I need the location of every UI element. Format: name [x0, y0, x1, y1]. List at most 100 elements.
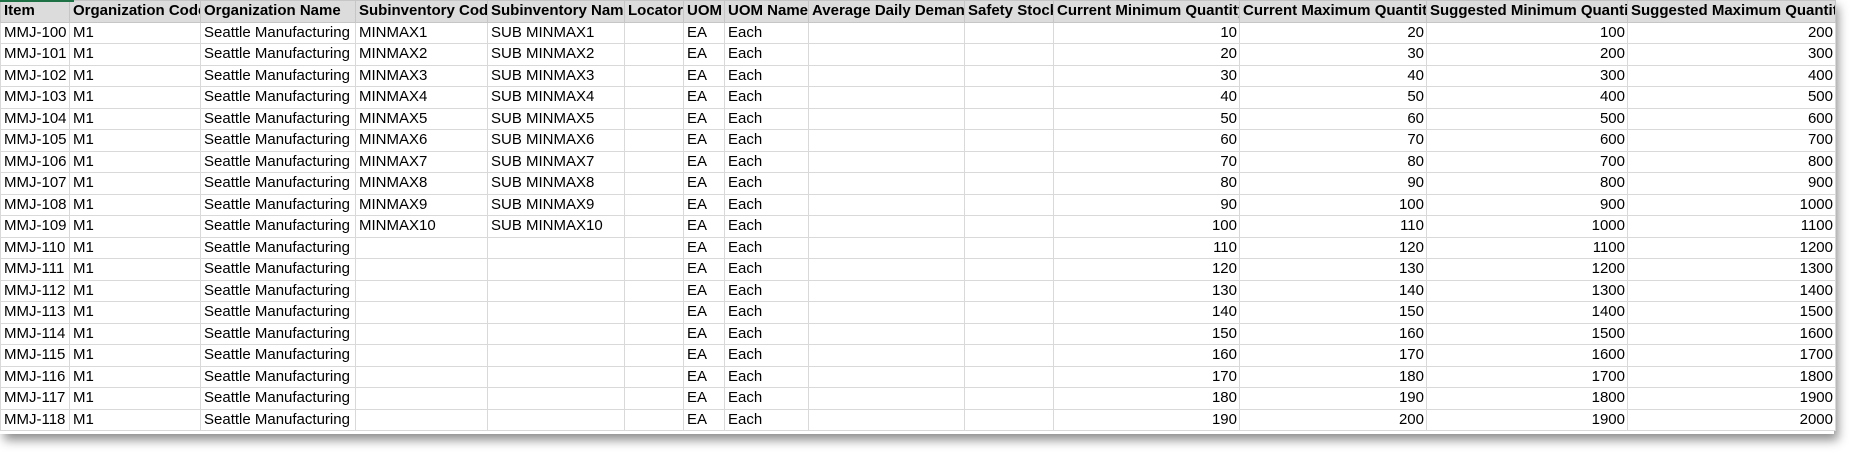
cell-suggested-maximum-quantity[interactable]: 1300 [1627, 258, 1836, 281]
cell-locator[interactable] [624, 107, 684, 130]
cell-uom[interactable]: EA [683, 322, 725, 345]
cell-current-maximum-quantity[interactable]: 130 [1239, 258, 1427, 281]
cell-current-minimum-quantity[interactable]: 130 [1053, 279, 1240, 302]
cell-subinventory-code[interactable]: MINMAX5 [355, 107, 488, 130]
cell-subinventory-code[interactable]: MINMAX2 [355, 43, 488, 66]
cell-locator[interactable] [624, 322, 684, 345]
cell-suggested-minimum-quantity[interactable]: 200 [1426, 43, 1628, 66]
cell-uom[interactable]: EA [683, 86, 725, 109]
cell-safety-stock[interactable] [964, 322, 1054, 345]
cell-subinventory-name[interactable] [487, 301, 625, 324]
cell-organization-code[interactable]: M1 [69, 365, 201, 388]
cell-organization-code[interactable]: M1 [69, 86, 201, 109]
cell-subinventory-code[interactable] [355, 236, 488, 259]
cell-uom[interactable]: EA [683, 215, 725, 238]
cell-locator[interactable] [624, 21, 684, 44]
cell-subinventory-name[interactable]: SUB MINMAX2 [487, 43, 625, 66]
cell-uom[interactable]: EA [683, 258, 725, 281]
cell-average-daily-demand[interactable] [808, 215, 965, 238]
cell-organization-name[interactable]: Seattle Manufacturing [200, 86, 356, 109]
cell-uom-name[interactable]: Each [724, 86, 809, 109]
cell-current-minimum-quantity[interactable]: 100 [1053, 215, 1240, 238]
cell-uom-name[interactable]: Each [724, 258, 809, 281]
cell-current-maximum-quantity[interactable]: 60 [1239, 107, 1427, 130]
cell-average-daily-demand[interactable] [808, 107, 965, 130]
cell-subinventory-name[interactable] [487, 258, 625, 281]
cell-safety-stock[interactable] [964, 64, 1054, 87]
cell-average-daily-demand[interactable] [808, 172, 965, 195]
cell-subinventory-code[interactable] [355, 365, 488, 388]
cell-locator[interactable] [624, 129, 684, 152]
cell-uom-name[interactable]: Each [724, 387, 809, 410]
cell-locator[interactable] [624, 43, 684, 66]
cell-item[interactable]: MMJ-107 [0, 172, 70, 195]
cell-suggested-maximum-quantity[interactable]: 700 [1627, 129, 1836, 152]
cell-current-maximum-quantity[interactable]: 110 [1239, 215, 1427, 238]
cell-current-maximum-quantity[interactable]: 160 [1239, 322, 1427, 345]
cell-average-daily-demand[interactable] [808, 150, 965, 173]
cell-locator[interactable] [624, 64, 684, 87]
cell-average-daily-demand[interactable] [808, 344, 965, 367]
cell-average-daily-demand[interactable] [808, 408, 965, 431]
cell-organization-name[interactable]: Seattle Manufacturing [200, 344, 356, 367]
cell-uom[interactable]: EA [683, 43, 725, 66]
cell-current-maximum-quantity[interactable]: 100 [1239, 193, 1427, 216]
cell-item[interactable]: MMJ-100 [0, 21, 70, 44]
cell-suggested-minimum-quantity[interactable]: 800 [1426, 172, 1628, 195]
cell-current-minimum-quantity[interactable]: 180 [1053, 387, 1240, 410]
cell-suggested-minimum-quantity[interactable]: 1900 [1426, 408, 1628, 431]
cell-organization-name[interactable]: Seattle Manufacturing [200, 21, 356, 44]
cell-item[interactable]: MMJ-101 [0, 43, 70, 66]
cell-uom[interactable]: EA [683, 236, 725, 259]
cell-current-maximum-quantity[interactable]: 140 [1239, 279, 1427, 302]
cell-locator[interactable] [624, 279, 684, 302]
cell-organization-code[interactable]: M1 [69, 322, 201, 345]
cell-uom-name[interactable]: Each [724, 301, 809, 324]
cell-subinventory-code[interactable]: MINMAX10 [355, 215, 488, 238]
cell-organization-code[interactable]: M1 [69, 279, 201, 302]
cell-subinventory-code[interactable] [355, 322, 488, 345]
cell-uom-name[interactable]: Each [724, 279, 809, 302]
cell-safety-stock[interactable] [964, 129, 1054, 152]
column-header-item[interactable]: Item [0, 0, 70, 23]
cell-safety-stock[interactable] [964, 107, 1054, 130]
cell-locator[interactable] [624, 258, 684, 281]
cell-suggested-maximum-quantity[interactable]: 1700 [1627, 344, 1836, 367]
cell-organization-code[interactable]: M1 [69, 21, 201, 44]
cell-current-minimum-quantity[interactable]: 40 [1053, 86, 1240, 109]
cell-organization-code[interactable]: M1 [69, 193, 201, 216]
cell-uom-name[interactable]: Each [724, 129, 809, 152]
cell-subinventory-name[interactable] [487, 387, 625, 410]
cell-subinventory-code[interactable]: MINMAX6 [355, 129, 488, 152]
cell-uom-name[interactable]: Each [724, 365, 809, 388]
cell-uom[interactable]: EA [683, 344, 725, 367]
cell-current-maximum-quantity[interactable]: 70 [1239, 129, 1427, 152]
cell-uom-name[interactable]: Each [724, 322, 809, 345]
cell-subinventory-code[interactable]: MINMAX4 [355, 86, 488, 109]
cell-current-minimum-quantity[interactable]: 80 [1053, 172, 1240, 195]
column-header-organization-code[interactable]: Organization Code [69, 0, 201, 23]
cell-average-daily-demand[interactable] [808, 129, 965, 152]
cell-suggested-minimum-quantity[interactable]: 1100 [1426, 236, 1628, 259]
cell-organization-name[interactable]: Seattle Manufacturing [200, 193, 356, 216]
cell-average-daily-demand[interactable] [808, 21, 965, 44]
cell-organization-code[interactable]: M1 [69, 64, 201, 87]
cell-average-daily-demand[interactable] [808, 365, 965, 388]
cell-average-daily-demand[interactable] [808, 64, 965, 87]
cell-subinventory-code[interactable] [355, 344, 488, 367]
cell-average-daily-demand[interactable] [808, 301, 965, 324]
cell-uom-name[interactable]: Each [724, 193, 809, 216]
cell-organization-name[interactable]: Seattle Manufacturing [200, 236, 356, 259]
cell-organization-name[interactable]: Seattle Manufacturing [200, 258, 356, 281]
cell-safety-stock[interactable] [964, 279, 1054, 302]
column-header-subinventory-name[interactable]: Subinventory Name [487, 0, 625, 23]
column-header-current-maximum-quantity[interactable]: Current Maximum Quantity [1239, 0, 1427, 23]
cell-organization-code[interactable]: M1 [69, 301, 201, 324]
cell-average-daily-demand[interactable] [808, 279, 965, 302]
column-header-suggested-minimum-quantity[interactable]: Suggested Minimum Quantity [1426, 0, 1628, 23]
cell-average-daily-demand[interactable] [808, 43, 965, 66]
cell-current-minimum-quantity[interactable]: 160 [1053, 344, 1240, 367]
cell-average-daily-demand[interactable] [808, 193, 965, 216]
cell-uom-name[interactable]: Each [724, 43, 809, 66]
cell-organization-code[interactable]: M1 [69, 408, 201, 431]
